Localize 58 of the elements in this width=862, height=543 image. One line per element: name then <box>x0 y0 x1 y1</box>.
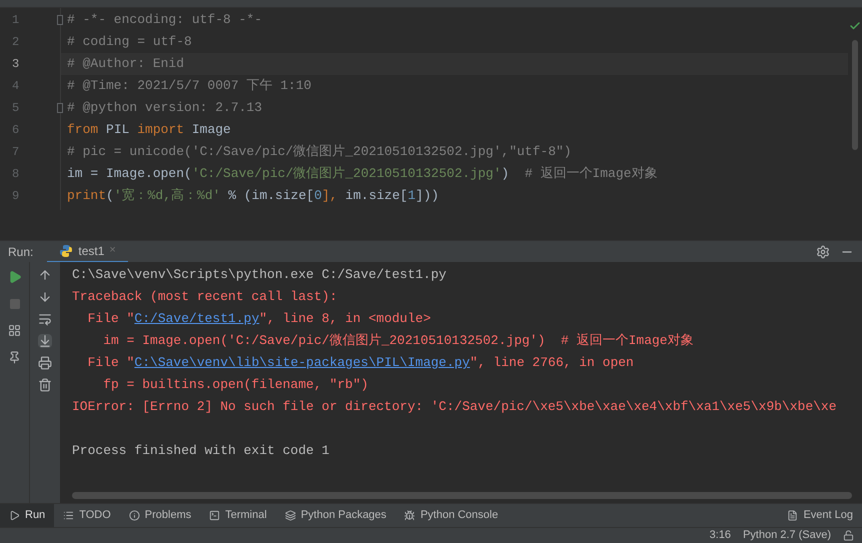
trash-icon[interactable] <box>38 378 52 392</box>
console-line: C:\Save\venv\Scripts\python.exe C:/Save/test1.py <box>72 266 446 284</box>
interpreter-label[interactable]: Python 2.7 (Save) <box>742 527 831 543</box>
print-icon[interactable] <box>38 356 52 370</box>
tool-window-tab[interactable]: TODO <box>54 504 120 528</box>
code-line: # coding = utf-8 <box>67 33 192 52</box>
scrollbar-thumb[interactable] <box>852 40 858 150</box>
line-number: 5 <box>11 100 20 117</box>
line-number: 8 <box>11 166 20 183</box>
run-label: Run: <box>8 244 34 260</box>
scroll-to-end-icon[interactable] <box>38 334 52 348</box>
line-number: 2 <box>11 34 20 51</box>
code-line: # -*- encoding: utf-8 -*- <box>67 11 262 30</box>
settings-icon[interactable] <box>816 244 830 258</box>
line-number: 1 <box>11 12 20 29</box>
code-line: # @Author: Enid <box>67 55 184 74</box>
code-line: # pic = unicode('C:/Save/pic/微信图片_20210510132502.jpg',"utf-8") <box>67 143 572 162</box>
code-line: print('宽：%d,高：%d' % (im.size[0], im.size[1])) <box>67 187 439 206</box>
rerun-icon[interactable] <box>8 270 22 284</box>
layers-icon <box>284 510 296 521</box>
play-icon <box>9 510 20 521</box>
tool-window-tab[interactable]: Run <box>0 504 54 528</box>
fold-marker[interactable] <box>57 103 63 113</box>
code-line: from PIL import Image <box>67 121 231 140</box>
line-number: 3 <box>11 56 20 73</box>
code-line: # @python version: 2.7.13 <box>67 99 262 118</box>
unlock-icon[interactable] <box>843 530 854 541</box>
list-icon <box>63 510 74 521</box>
console-line: fp = builtins.open(filename, "rb") <box>102 376 368 394</box>
console-line: IOError: [Errno 2] No such file or directory: 'C:/Save/pic/\xe5\xbe\xae\xe4\xbf\xa1\xe5\x9b\xbe\xe <box>72 398 837 416</box>
terminal-icon <box>209 510 220 521</box>
console-line: im = Image.open('C:/Save/pic/微信图片_20210510132502.jpg') # 返回一个Image对象 <box>102 332 694 350</box>
document-icon <box>787 510 798 521</box>
code-line: # @Time: 2021/5/7 0007 下午 1:10 <box>67 77 312 96</box>
tool-window-tab[interactable]: Python Console <box>395 504 508 528</box>
tool-window-tab[interactable]: Event Log <box>778 504 862 528</box>
python-logo-icon <box>59 244 74 258</box>
tool-window-tab[interactable]: Terminal <box>200 504 276 528</box>
console-line: Traceback (most recent call last): <box>72 288 338 306</box>
console-line: File "C:/Save/test1.py", line 8, in <module> <box>86 310 431 328</box>
line-number: 4 <box>11 78 20 95</box>
line-number: 6 <box>11 122 20 139</box>
cursor-position[interactable]: 3:16 <box>710 527 731 543</box>
info-icon <box>128 510 140 521</box>
line-number: 9 <box>11 188 20 205</box>
code-line: im = Image.open('C:/Save/pic/微信图片_20210510132502.jpg') # 返回一个Image对象 <box>67 165 658 184</box>
tool-window-tab[interactable]: Python Packages <box>276 504 396 528</box>
tool-window-tab[interactable]: Problems <box>120 504 200 528</box>
console-line: Process finished with exit code 1 <box>72 442 330 460</box>
soft-wrap-icon[interactable] <box>38 312 52 326</box>
check-icon <box>849 20 861 32</box>
line-number: 7 <box>11 144 20 161</box>
bug-icon <box>404 510 416 521</box>
pin-icon[interactable] <box>8 351 21 364</box>
layout-icon[interactable] <box>8 324 21 337</box>
console-line: File "C:\Save\venv\lib\site-packages\PIL\Image.py", line 2766, in open <box>86 354 634 372</box>
horizontal-scrollbar[interactable] <box>72 492 852 499</box>
fold-marker[interactable] <box>57 15 63 25</box>
